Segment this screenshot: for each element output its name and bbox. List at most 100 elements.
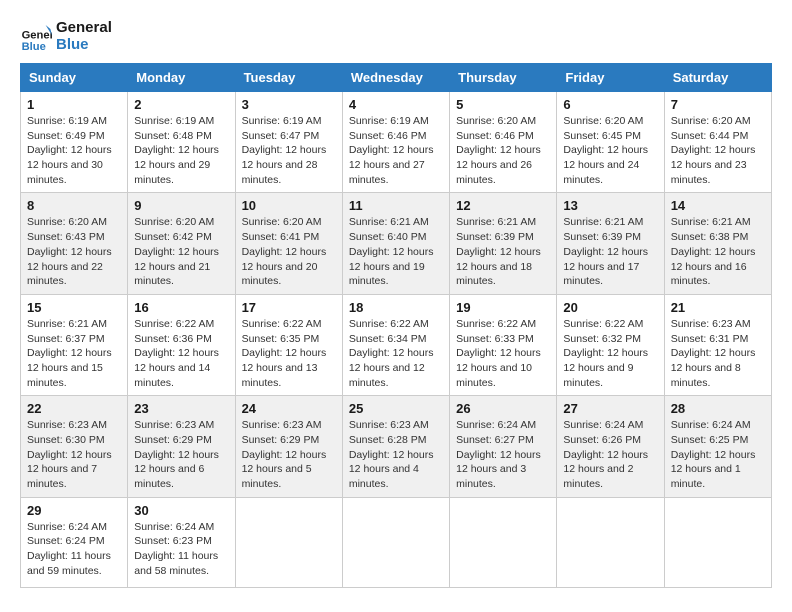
svg-text:General: General: [22, 29, 52, 41]
col-monday: Monday: [128, 64, 235, 92]
day-1: 1 Sunrise: 6:19 AMSunset: 6:49 PMDayligh…: [21, 92, 128, 193]
day-9: 9 Sunrise: 6:20 AMSunset: 6:42 PMDayligh…: [128, 193, 235, 294]
day-number: 10: [242, 198, 336, 213]
day-info: Sunrise: 6:22 AMSunset: 6:33 PMDaylight:…: [456, 318, 541, 389]
day-info: Sunrise: 6:24 AMSunset: 6:23 PMDaylight:…: [134, 521, 218, 577]
day-24: 24 Sunrise: 6:23 AMSunset: 6:29 PMDaylig…: [235, 396, 342, 497]
day-info: Sunrise: 6:22 AMSunset: 6:34 PMDaylight:…: [349, 318, 434, 389]
empty-cell: [342, 497, 449, 587]
logo-icon: General Blue: [20, 21, 52, 53]
day-number: 17: [242, 300, 336, 315]
day-info: Sunrise: 6:21 AMSunset: 6:38 PMDaylight:…: [671, 216, 756, 287]
col-friday: Friday: [557, 64, 664, 92]
logo-text: GeneralBlue: [56, 20, 112, 53]
day-number: 13: [563, 198, 657, 213]
day-info: Sunrise: 6:24 AMSunset: 6:24 PMDaylight:…: [27, 521, 111, 577]
day-number: 24: [242, 401, 336, 416]
empty-cell: [235, 497, 342, 587]
day-3: 3 Sunrise: 6:19 AMSunset: 6:47 PMDayligh…: [235, 92, 342, 193]
day-number: 6: [563, 97, 657, 112]
day-number: 25: [349, 401, 443, 416]
day-number: 29: [27, 503, 121, 518]
day-number: 8: [27, 198, 121, 213]
day-info: Sunrise: 6:24 AMSunset: 6:27 PMDaylight:…: [456, 419, 541, 490]
day-14: 14 Sunrise: 6:21 AMSunset: 6:38 PMDaylig…: [664, 193, 771, 294]
day-26: 26 Sunrise: 6:24 AMSunset: 6:27 PMDaylig…: [450, 396, 557, 497]
day-info: Sunrise: 6:23 AMSunset: 6:29 PMDaylight:…: [134, 419, 219, 490]
day-info: Sunrise: 6:20 AMSunset: 6:43 PMDaylight:…: [27, 216, 112, 287]
day-number: 3: [242, 97, 336, 112]
day-25: 25 Sunrise: 6:23 AMSunset: 6:28 PMDaylig…: [342, 396, 449, 497]
day-18: 18 Sunrise: 6:22 AMSunset: 6:34 PMDaylig…: [342, 294, 449, 395]
day-info: Sunrise: 6:22 AMSunset: 6:32 PMDaylight:…: [563, 318, 648, 389]
day-number: 20: [563, 300, 657, 315]
day-info: Sunrise: 6:22 AMSunset: 6:35 PMDaylight:…: [242, 318, 327, 389]
day-number: 23: [134, 401, 228, 416]
day-23: 23 Sunrise: 6:23 AMSunset: 6:29 PMDaylig…: [128, 396, 235, 497]
day-info: Sunrise: 6:23 AMSunset: 6:28 PMDaylight:…: [349, 419, 434, 490]
day-number: 18: [349, 300, 443, 315]
day-info: Sunrise: 6:20 AMSunset: 6:42 PMDaylight:…: [134, 216, 219, 287]
day-number: 26: [456, 401, 550, 416]
day-5: 5 Sunrise: 6:20 AMSunset: 6:46 PMDayligh…: [450, 92, 557, 193]
day-number: 30: [134, 503, 228, 518]
col-tuesday: Tuesday: [235, 64, 342, 92]
day-8: 8 Sunrise: 6:20 AMSunset: 6:43 PMDayligh…: [21, 193, 128, 294]
day-info: Sunrise: 6:19 AMSunset: 6:47 PMDaylight:…: [242, 115, 327, 186]
day-number: 7: [671, 97, 765, 112]
day-4: 4 Sunrise: 6:19 AMSunset: 6:46 PMDayligh…: [342, 92, 449, 193]
day-info: Sunrise: 6:24 AMSunset: 6:25 PMDaylight:…: [671, 419, 756, 490]
day-info: Sunrise: 6:23 AMSunset: 6:30 PMDaylight:…: [27, 419, 112, 490]
day-28: 28 Sunrise: 6:24 AMSunset: 6:25 PMDaylig…: [664, 396, 771, 497]
day-number: 4: [349, 97, 443, 112]
calendar-table: Sunday Monday Tuesday Wednesday Thursday…: [20, 63, 772, 588]
day-number: 16: [134, 300, 228, 315]
day-6: 6 Sunrise: 6:20 AMSunset: 6:45 PMDayligh…: [557, 92, 664, 193]
day-number: 19: [456, 300, 550, 315]
col-sunday: Sunday: [21, 64, 128, 92]
day-info: Sunrise: 6:22 AMSunset: 6:36 PMDaylight:…: [134, 318, 219, 389]
empty-cell: [557, 497, 664, 587]
day-number: 15: [27, 300, 121, 315]
col-wednesday: Wednesday: [342, 64, 449, 92]
day-11: 11 Sunrise: 6:21 AMSunset: 6:40 PMDaylig…: [342, 193, 449, 294]
day-info: Sunrise: 6:21 AMSunset: 6:39 PMDaylight:…: [456, 216, 541, 287]
day-info: Sunrise: 6:19 AMSunset: 6:46 PMDaylight:…: [349, 115, 434, 186]
day-info: Sunrise: 6:21 AMSunset: 6:37 PMDaylight:…: [27, 318, 112, 389]
empty-cell: [450, 497, 557, 587]
day-17: 17 Sunrise: 6:22 AMSunset: 6:35 PMDaylig…: [235, 294, 342, 395]
day-info: Sunrise: 6:23 AMSunset: 6:29 PMDaylight:…: [242, 419, 327, 490]
day-10: 10 Sunrise: 6:20 AMSunset: 6:41 PMDaylig…: [235, 193, 342, 294]
day-19: 19 Sunrise: 6:22 AMSunset: 6:33 PMDaylig…: [450, 294, 557, 395]
day-info: Sunrise: 6:21 AMSunset: 6:39 PMDaylight:…: [563, 216, 648, 287]
day-15: 15 Sunrise: 6:21 AMSunset: 6:37 PMDaylig…: [21, 294, 128, 395]
day-12: 12 Sunrise: 6:21 AMSunset: 6:39 PMDaylig…: [450, 193, 557, 294]
col-saturday: Saturday: [664, 64, 771, 92]
day-number: 14: [671, 198, 765, 213]
day-number: 12: [456, 198, 550, 213]
day-info: Sunrise: 6:23 AMSunset: 6:31 PMDaylight:…: [671, 318, 756, 389]
day-info: Sunrise: 6:20 AMSunset: 6:46 PMDaylight:…: [456, 115, 541, 186]
day-number: 1: [27, 97, 121, 112]
day-number: 9: [134, 198, 228, 213]
day-number: 21: [671, 300, 765, 315]
logo: General Blue GeneralBlue: [20, 20, 112, 53]
day-info: Sunrise: 6:19 AMSunset: 6:49 PMDaylight:…: [27, 115, 112, 186]
header: General Blue GeneralBlue: [20, 20, 772, 53]
svg-text:Blue: Blue: [22, 40, 46, 52]
day-info: Sunrise: 6:24 AMSunset: 6:26 PMDaylight:…: [563, 419, 648, 490]
day-info: Sunrise: 6:20 AMSunset: 6:45 PMDaylight:…: [563, 115, 648, 186]
day-info: Sunrise: 6:19 AMSunset: 6:48 PMDaylight:…: [134, 115, 219, 186]
day-30: 30 Sunrise: 6:24 AMSunset: 6:23 PMDaylig…: [128, 497, 235, 587]
day-number: 28: [671, 401, 765, 416]
day-22: 22 Sunrise: 6:23 AMSunset: 6:30 PMDaylig…: [21, 396, 128, 497]
day-number: 22: [27, 401, 121, 416]
day-13: 13 Sunrise: 6:21 AMSunset: 6:39 PMDaylig…: [557, 193, 664, 294]
day-info: Sunrise: 6:20 AMSunset: 6:44 PMDaylight:…: [671, 115, 756, 186]
day-info: Sunrise: 6:20 AMSunset: 6:41 PMDaylight:…: [242, 216, 327, 287]
day-29: 29 Sunrise: 6:24 AMSunset: 6:24 PMDaylig…: [21, 497, 128, 587]
day-number: 11: [349, 198, 443, 213]
day-21: 21 Sunrise: 6:23 AMSunset: 6:31 PMDaylig…: [664, 294, 771, 395]
col-thursday: Thursday: [450, 64, 557, 92]
empty-cell: [664, 497, 771, 587]
